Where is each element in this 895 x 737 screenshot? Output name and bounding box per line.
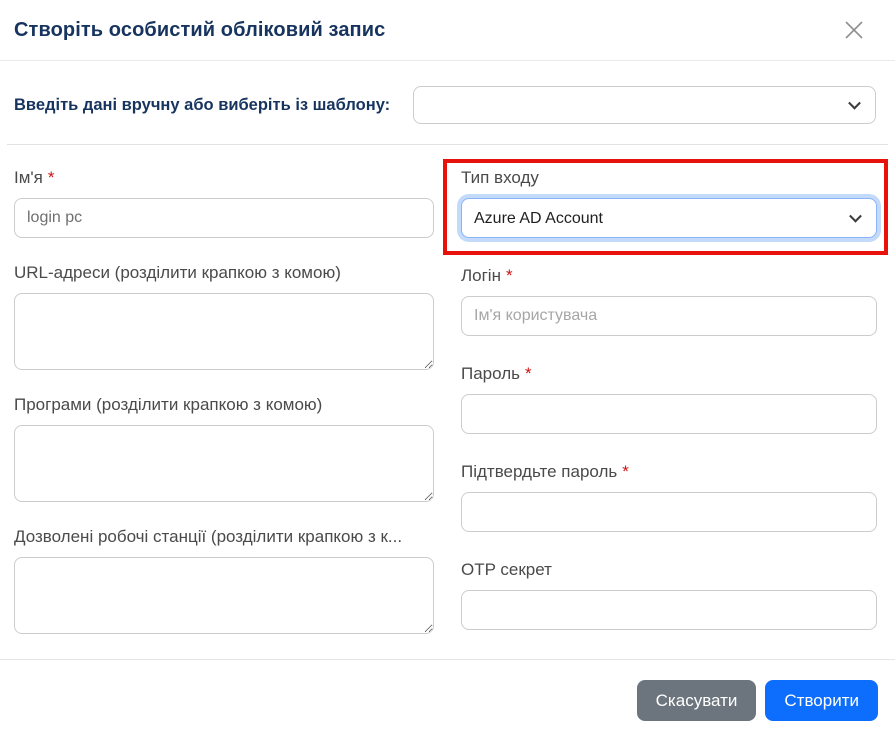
form-grid: Ім'я* URL-адреси (розділити крапкою з ко… — [0, 145, 895, 659]
programs-textarea[interactable] — [14, 425, 434, 502]
left-column: Ім'я* URL-адреси (розділити крапкою з ко… — [14, 168, 434, 659]
required-asterisk: * — [506, 266, 513, 285]
login-type-group: Тип входу Azure AD Account — [461, 168, 877, 238]
password-field-group: Пароль* — [461, 364, 877, 434]
confirm-password-input[interactable] — [461, 492, 877, 532]
urls-label: URL-адреси (розділити крапкою з комою) — [14, 263, 434, 283]
login-input[interactable] — [461, 296, 877, 336]
modal-footer: Скасувати Створити — [0, 659, 895, 737]
close-icon — [843, 19, 865, 41]
programs-label: Програми (розділити крапкою з комою) — [14, 395, 434, 415]
template-select-wrap — [413, 86, 876, 124]
confirm-password-field-group: Підтвердьте пароль* — [461, 462, 877, 532]
workstations-textarea[interactable] — [14, 557, 434, 634]
modal-header: Створіть особистий обліковий запис — [0, 0, 895, 61]
template-row: Введіть дані вручну або виберіть із шабл… — [0, 61, 895, 124]
create-button[interactable]: Створити — [765, 680, 878, 721]
page-title: Створіть особистий обліковий запис — [14, 19, 385, 42]
required-asterisk: * — [525, 364, 532, 383]
urls-field-group: URL-адреси (розділити крапкою з комою) — [14, 263, 434, 370]
login-type-select[interactable]: Azure AD Account — [461, 198, 877, 238]
required-asterisk: * — [48, 168, 55, 187]
programs-field-group: Програми (розділити крапкою з комою) — [14, 395, 434, 502]
workstations-label: Дозволені робочі станції (розділити крап… — [14, 527, 434, 547]
password-label: Пароль* — [461, 364, 877, 384]
cancel-button[interactable]: Скасувати — [637, 680, 757, 721]
otp-field-group: OTP секрет — [461, 560, 877, 630]
confirm-password-label: Підтвердьте пароль* — [461, 462, 877, 482]
login-field-group: Логін* — [461, 266, 877, 336]
workstations-field-group: Дозволені робочі станції (розділити крап… — [14, 527, 434, 634]
otp-secret-input[interactable] — [461, 590, 877, 630]
required-asterisk: * — [622, 462, 629, 481]
template-select[interactable] — [413, 86, 876, 124]
otp-secret-label: OTP секрет — [461, 560, 877, 580]
name-field-group: Ім'я* — [14, 168, 434, 238]
login-type-select-wrap: Azure AD Account — [461, 198, 877, 238]
template-label: Введіть дані вручну або виберіть із шабл… — [14, 96, 413, 115]
password-input[interactable] — [461, 394, 877, 434]
urls-textarea[interactable] — [14, 293, 434, 370]
login-type-label: Тип входу — [461, 168, 877, 188]
login-label: Логін* — [461, 266, 877, 286]
close-button[interactable] — [839, 15, 869, 45]
create-account-modal: Створіть особистий обліковий запис Введі… — [0, 0, 895, 725]
name-input[interactable] — [14, 198, 434, 238]
right-column: Тип входу Azure AD Account Логін* Пароль… — [461, 168, 877, 659]
name-label: Ім'я* — [14, 168, 434, 188]
